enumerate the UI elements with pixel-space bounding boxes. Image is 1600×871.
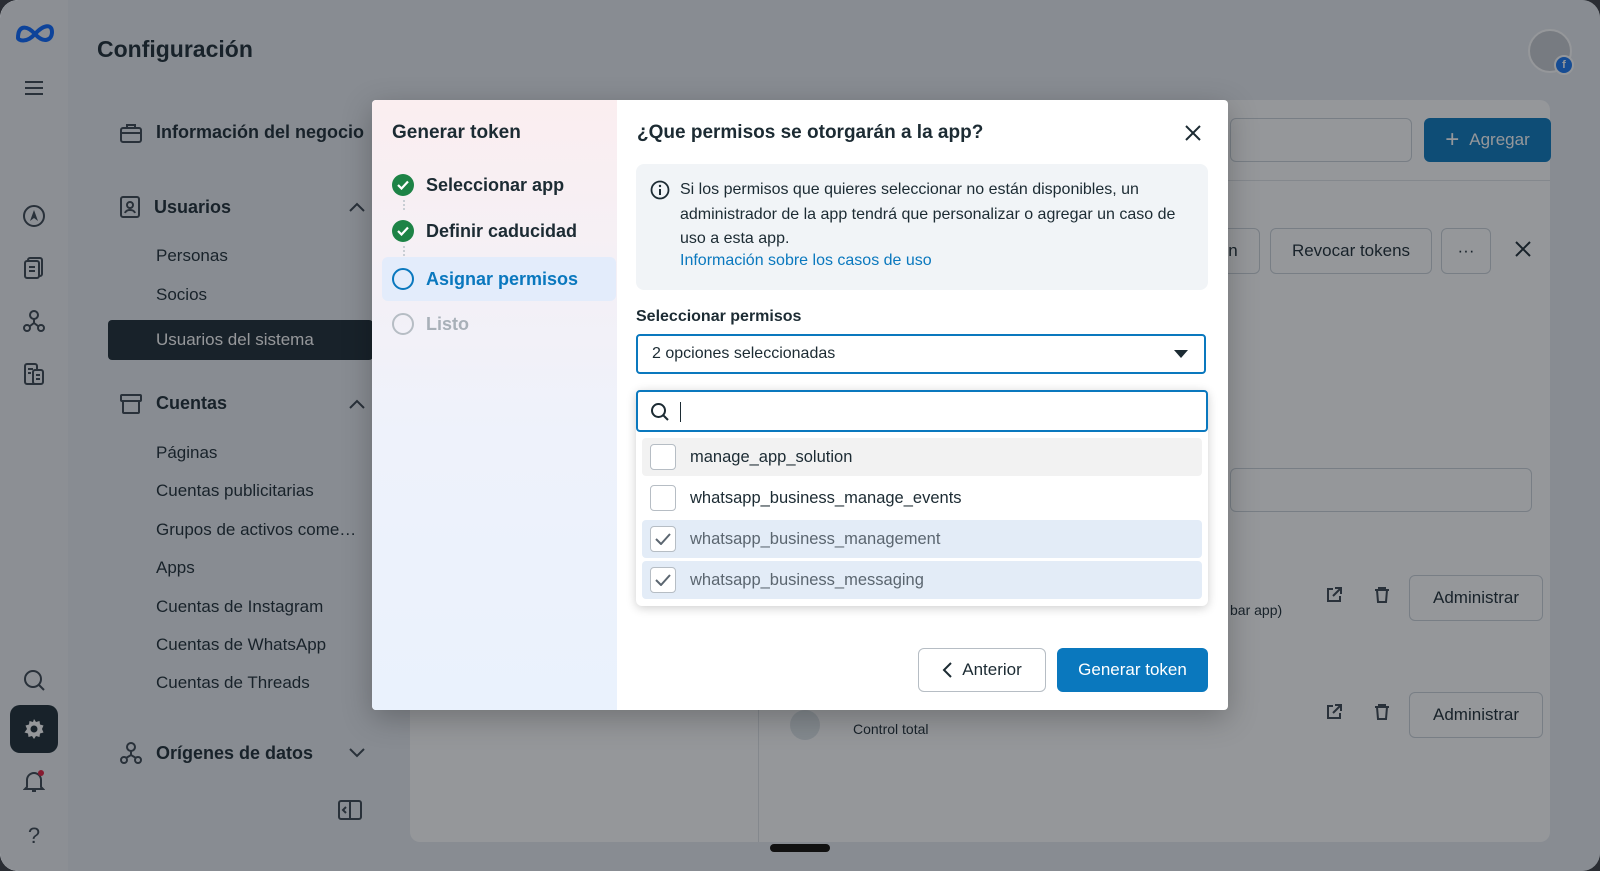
step-define-expiry[interactable]: Definir caducidad xyxy=(392,220,577,242)
option-manage-app-solution[interactable]: manage_app_solution xyxy=(642,438,1202,476)
checkbox-checked[interactable] xyxy=(650,567,676,593)
option-label: whatsapp_business_messaging xyxy=(690,570,924,589)
step-done: Listo xyxy=(392,313,469,335)
previous-button[interactable]: Anterior xyxy=(918,648,1046,692)
steps-panel: Generar token Seleccionar app Definir ca… xyxy=(372,100,617,710)
step-label: Asignar permisos xyxy=(426,268,579,289)
previous-button-label: Anterior xyxy=(962,660,1022,679)
info-text: Si los permisos que quieres seleccionar … xyxy=(680,181,1176,247)
checkbox[interactable] xyxy=(650,485,676,511)
info-box: Si los permisos que quieres seleccionar … xyxy=(636,164,1208,290)
text-cursor xyxy=(680,402,681,422)
permissions-dropdown: manage_app_solution whatsapp_business_ma… xyxy=(636,390,1208,606)
option-whatsapp-business-manage-events[interactable]: whatsapp_business_manage_events xyxy=(642,479,1202,517)
use-cases-link[interactable]: Información sobre los casos de uso xyxy=(680,252,932,270)
checkbox-checked[interactable] xyxy=(650,526,676,552)
current-step-circle-icon xyxy=(392,268,414,290)
step-select-app[interactable]: Seleccionar app xyxy=(392,174,564,196)
option-label: manage_app_solution xyxy=(690,447,853,466)
chevron-left-icon xyxy=(942,662,952,678)
dialog-title: ¿Que permisos se otorgarán a la app? xyxy=(637,122,984,143)
step-assign-permissions[interactable]: Asignar permisos xyxy=(382,257,616,301)
step-connector xyxy=(403,200,407,210)
check-icon xyxy=(655,533,671,545)
option-whatsapp-business-management[interactable]: whatsapp_business_management xyxy=(642,520,1202,558)
permissions-label: Seleccionar permisos xyxy=(636,308,802,325)
pending-step-circle-icon xyxy=(392,313,414,335)
step-label: Listo xyxy=(426,313,469,334)
permissions-select[interactable]: 2 opciones seleccionadas xyxy=(636,334,1206,374)
check-circle-icon xyxy=(392,174,414,196)
permissions-search-input[interactable] xyxy=(636,390,1208,432)
option-label: whatsapp_business_management xyxy=(690,529,941,548)
close-icon[interactable] xyxy=(1180,120,1206,146)
option-label: whatsapp_business_manage_events xyxy=(690,488,962,507)
generate-token-button[interactable]: Generar token xyxy=(1057,648,1208,692)
caret-down-icon xyxy=(1174,350,1188,358)
check-circle-icon xyxy=(392,220,414,242)
search-icon xyxy=(650,402,670,427)
step-label: Seleccionar app xyxy=(426,174,565,195)
steps-title: Generar token xyxy=(392,122,521,143)
permissions-select-value: 2 opciones seleccionadas xyxy=(652,345,836,362)
checkbox[interactable] xyxy=(650,444,676,470)
generate-token-dialog: Generar token Seleccionar app Definir ca… xyxy=(372,100,1228,710)
step-connector xyxy=(403,246,407,256)
home-indicator xyxy=(770,844,830,852)
step-label: Definir caducidad xyxy=(426,220,578,241)
option-whatsapp-business-messaging[interactable]: whatsapp_business_messaging xyxy=(642,561,1202,599)
app-window: ? Configuración f Control total bar app)… xyxy=(0,0,1600,871)
check-icon xyxy=(655,574,671,586)
info-icon xyxy=(650,180,670,205)
